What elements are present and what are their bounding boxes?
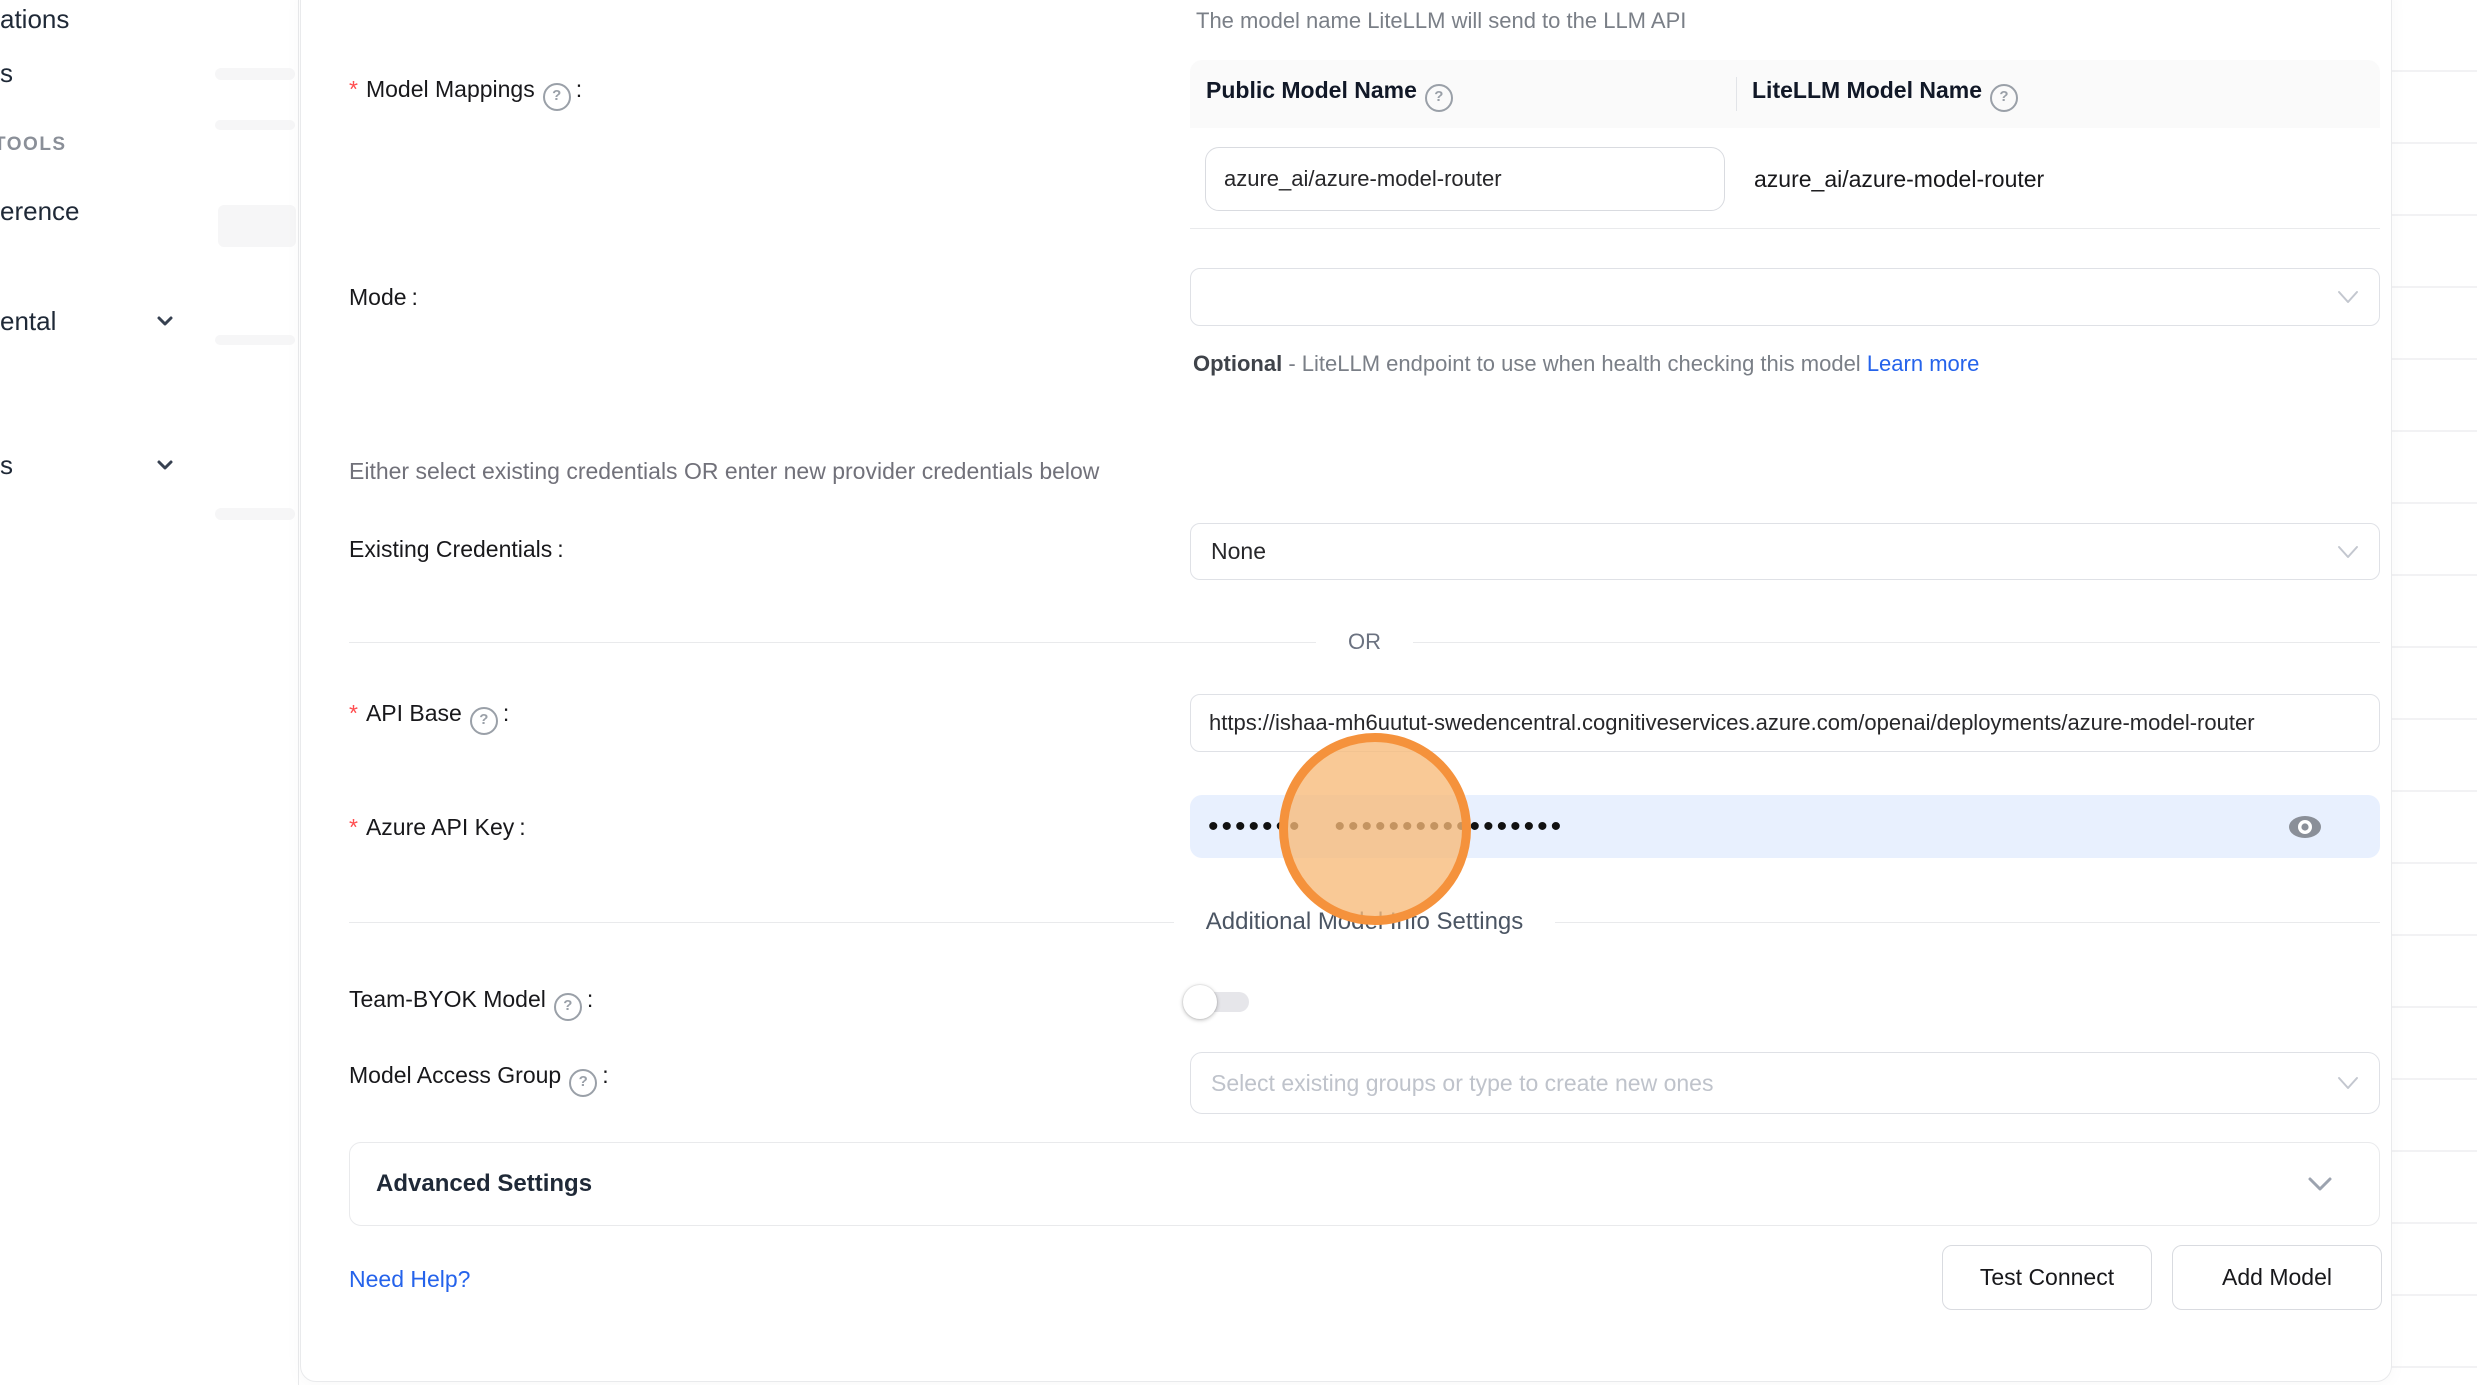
existing-credentials-select[interactable]: None (1190, 523, 2380, 580)
sidebar-item-settings[interactable]: s (0, 450, 13, 481)
sidebar-divider (298, 0, 299, 1385)
advanced-settings-title: Advanced Settings (350, 1170, 592, 1198)
help-icon[interactable]: ? (543, 83, 571, 111)
help-icon[interactable]: ? (569, 1069, 597, 1097)
credentials-note: Either select existing credentials OR en… (349, 458, 1099, 485)
sidebar-item-inference[interactable]: erence (0, 196, 80, 227)
chevron-down-icon (2337, 290, 2359, 304)
api-base-label: *API Base?: (349, 700, 509, 735)
add-model-page: ations s TOOLS erence ental s The model … (0, 0, 2477, 1385)
sidebar-section-tools: TOOLS (0, 134, 67, 156)
learn-more-link[interactable]: Learn more (1867, 351, 1980, 376)
chevron-down-icon[interactable] (152, 308, 178, 334)
mode-label: Mode: (349, 284, 418, 311)
required-asterisk: * (349, 76, 358, 102)
selected-value: None (1191, 538, 1266, 565)
table-row: azure_ai/azure-model-router azure_ai/azu… (1190, 128, 2380, 228)
select-placeholder: Select existing groups or type to create… (1191, 1070, 1713, 1097)
model-access-group-select[interactable]: Select existing groups or type to create… (1190, 1052, 2380, 1114)
azure-api-key-label: *Azure API Key: (349, 814, 526, 841)
ghost-row (215, 508, 295, 520)
model-access-group-label: Model Access Group?: (349, 1062, 609, 1097)
chevron-down-icon (2337, 1076, 2359, 1090)
table-header: Public Model Name? LiteLLM Model Name? (1190, 60, 2380, 128)
required-asterisk: * (349, 814, 358, 840)
test-connect-button[interactable]: Test Connect (1942, 1245, 2152, 1310)
team-byok-label: Team-BYOK Model?: (349, 986, 593, 1021)
chevron-down-icon (2307, 1176, 2333, 1192)
litellm-model-name-header: LiteLLM Model Name? (1736, 77, 2018, 112)
background-table-edge (2391, 0, 2477, 1385)
required-asterisk: * (349, 700, 358, 726)
or-text: OR (1316, 629, 1413, 655)
eye-icon[interactable] (2288, 815, 2322, 839)
help-icon[interactable]: ? (1990, 84, 2018, 112)
mode-hint: Optional - LiteLLM endpoint to use when … (1193, 344, 2173, 384)
model-mappings-label: *Model Mappings?: (349, 76, 582, 111)
model-name-hint: The model name LiteLLM will send to the … (1196, 8, 1686, 34)
model-mappings-table: Public Model Name? LiteLLM Model Name? a… (1190, 60, 2380, 229)
ghost-row (215, 335, 295, 345)
sidebar-item-experimental[interactable]: ental (0, 306, 56, 337)
sidebar-item-organizations[interactable]: ations (0, 4, 69, 35)
mode-select[interactable] (1190, 268, 2380, 326)
help-icon[interactable]: ? (1425, 84, 1453, 112)
existing-credentials-label: Existing Credentials: (349, 536, 564, 563)
api-base-value: https://ishaa-mh6uutut-swedencentral.cog… (1191, 710, 2261, 736)
chevron-down-icon (2337, 545, 2359, 559)
sidebar: ations s TOOLS erence ental s (0, 0, 299, 1385)
chevron-down-icon[interactable] (152, 452, 178, 478)
help-icon[interactable]: ? (470, 707, 498, 735)
add-model-button[interactable]: Add Model (2172, 1245, 2382, 1310)
ghost-row (215, 120, 295, 130)
ghost-row (215, 68, 295, 80)
litellm-model-name-value: azure_ai/azure-model-router (1754, 147, 2044, 211)
public-model-name-header: Public Model Name? (1190, 77, 1736, 112)
or-divider: OR (349, 628, 2380, 656)
header-divider (1736, 77, 1737, 111)
public-model-name-input[interactable]: azure_ai/azure-model-router (1205, 147, 1725, 211)
help-icon[interactable]: ? (554, 993, 582, 1021)
sidebar-item-logs[interactable]: s (0, 58, 13, 89)
advanced-settings-panel[interactable]: Advanced Settings (349, 1142, 2380, 1226)
click-indicator (1279, 733, 1471, 925)
team-byok-toggle[interactable] (1183, 985, 1249, 1019)
ghost-row (218, 205, 296, 247)
need-help-link[interactable]: Need Help? (349, 1266, 470, 1293)
